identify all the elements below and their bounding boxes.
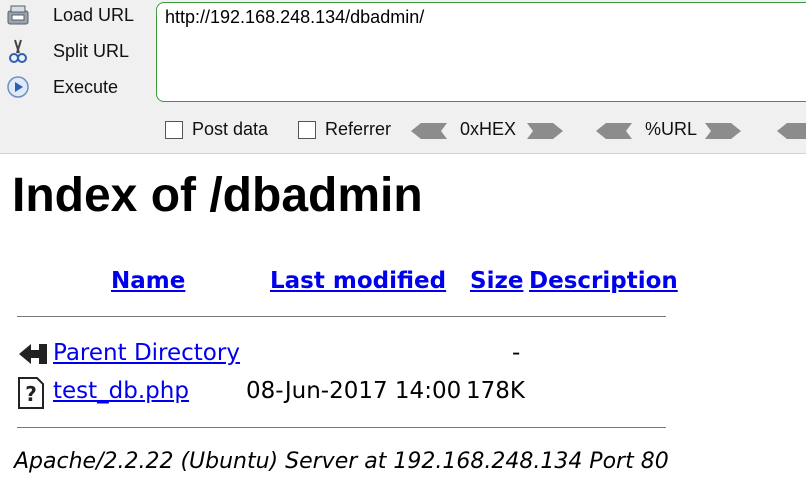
- unknown-file-icon: ?: [17, 377, 45, 415]
- referrer-checkbox[interactable]: [298, 121, 316, 139]
- execute-label: Execute: [53, 76, 119, 97]
- execute-button[interactable]: Execute: [5, 72, 145, 102]
- url-decode-arrow-icon[interactable]: [596, 123, 632, 144]
- scissors-icon: [5, 38, 31, 64]
- load-url-button[interactable]: Load URL: [5, 0, 145, 30]
- load-url-label: Load URL: [53, 4, 135, 25]
- file-link[interactable]: test_db.php: [53, 378, 189, 404]
- split-url-label: Split URL: [53, 40, 130, 61]
- sort-by-description-link[interactable]: Description: [529, 268, 678, 294]
- url-input[interactable]: [156, 2, 806, 102]
- parent-size: -: [512, 340, 521, 366]
- parent-directory-link[interactable]: Parent Directory: [53, 340, 240, 366]
- server-signature: Apache/2.2.22 (Ubuntu) Server at 192.168…: [14, 449, 669, 474]
- post-data-label: Post data: [192, 119, 269, 139]
- post-data-checkbox[interactable]: [165, 121, 183, 139]
- back-arrow-icon: [17, 340, 49, 374]
- more-decode-arrow-icon[interactable]: [777, 123, 806, 144]
- hex-label: 0xHEX: [460, 119, 517, 139]
- page-title: Index of /dbadmin: [12, 169, 423, 222]
- svg-text:?: ?: [25, 382, 37, 406]
- hex-encode-arrow-icon[interactable]: [527, 123, 563, 144]
- header-divider: [17, 316, 666, 317]
- sort-by-last-modified-link[interactable]: Last modified: [270, 268, 446, 294]
- url-encode-arrow-icon[interactable]: [705, 123, 741, 144]
- file-last-modified: 08-Jun-2017 14:00: [246, 378, 462, 404]
- sort-by-size-link[interactable]: Size: [470, 268, 523, 294]
- file-size: 178K: [466, 378, 525, 404]
- split-url-button[interactable]: Split URL: [5, 36, 145, 66]
- footer-divider: [17, 427, 666, 428]
- play-icon: [5, 74, 31, 100]
- url-encode-label: %URL: [645, 119, 698, 139]
- sort-by-name-link[interactable]: Name: [111, 268, 185, 294]
- load-url-icon: [5, 2, 31, 28]
- options-row: Post data Referrer 0xHEX %URL: [163, 118, 806, 144]
- hex-decode-arrow-icon[interactable]: [411, 123, 447, 144]
- referrer-label: Referrer: [325, 119, 392, 139]
- hackbar-toolbar: Load URL Split URL Execute Post data Ref…: [0, 0, 806, 154]
